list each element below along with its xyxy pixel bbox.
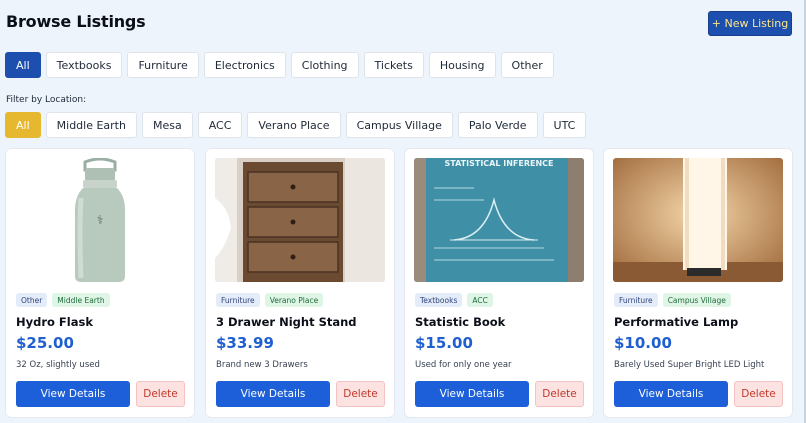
listing-price: $15.00 [415, 334, 473, 352]
view-details-button[interactable]: View Details [216, 381, 330, 407]
listing-price: $25.00 [16, 334, 74, 352]
listing-description: Brand new 3 Drawers [216, 360, 308, 370]
nightstand-photo [215, 158, 385, 282]
listing-description: Used for only one year [415, 360, 512, 370]
view-details-button[interactable]: View Details [614, 381, 728, 407]
location-filter-bar: All Middle Earth Mesa ACC Verano Place C… [5, 112, 587, 138]
location-tag: Middle Earth [52, 293, 110, 307]
listing-description: Barely Used Super Bright LED Light [614, 360, 765, 370]
location-chip-utc[interactable]: UTC [542, 112, 587, 138]
water-bottle-photo: ⚕ [15, 158, 185, 282]
textbook-photo: STATISTICAL INFERENCE [414, 158, 584, 282]
svg-text:⚕: ⚕ [97, 213, 104, 227]
location-chip-mesa[interactable]: Mesa [141, 112, 193, 138]
category-filter-bar: All Textbooks Furniture Electronics Clot… [5, 52, 554, 78]
listing-title: Performative Lamp [614, 315, 739, 329]
delete-button[interactable]: Delete [136, 381, 185, 407]
category-chip-clothing[interactable]: Clothing [290, 52, 359, 78]
view-details-button[interactable]: View Details [16, 381, 130, 407]
location-tag: Campus Village [662, 293, 731, 307]
category-chip-other[interactable]: Other [500, 52, 554, 78]
category-tag: Other [16, 293, 48, 307]
location-chip-verano-place[interactable]: Verano Place [247, 112, 341, 138]
listing-price: $33.99 [216, 334, 274, 352]
listing-title: Hydro Flask [16, 315, 93, 329]
location-chip-acc[interactable]: ACC [197, 112, 243, 138]
new-listing-button[interactable]: + New Listing [708, 11, 792, 36]
category-chip-housing[interactable]: Housing [428, 52, 496, 78]
delete-button[interactable]: Delete [336, 381, 385, 407]
location-chip-all[interactable]: All [5, 112, 41, 138]
location-chip-palo-verde[interactable]: Palo Verde [457, 112, 538, 138]
listing-card: Furniture Campus Village Performative La… [603, 148, 793, 418]
location-tag: ACC [467, 293, 493, 307]
listing-card: ⚕ Other Middle Earth Hydro Flask $25.00 … [5, 148, 195, 418]
category-chip-furniture[interactable]: Furniture [127, 52, 199, 78]
category-chip-tickets[interactable]: Tickets [363, 52, 424, 78]
category-tag: Furniture [216, 293, 260, 307]
book-cover-title: STATISTICAL INFERENCE [444, 159, 554, 168]
lamp-photo [613, 158, 783, 282]
location-chip-campus-village[interactable]: Campus Village [345, 112, 453, 138]
delete-button[interactable]: Delete [734, 381, 783, 407]
location-filter-label: Filter by Location: [6, 95, 87, 105]
listing-card: Furniture Verano Place 3 Drawer Night St… [205, 148, 395, 418]
view-details-button[interactable]: View Details [415, 381, 529, 407]
category-chip-electronics[interactable]: Electronics [203, 52, 286, 78]
category-chip-textbooks[interactable]: Textbooks [45, 52, 123, 78]
category-tag: Furniture [614, 293, 658, 307]
listing-card: STATISTICAL INFERENCE Textbooks ACC Stat… [404, 148, 594, 418]
category-tag: Textbooks [415, 293, 463, 307]
location-chip-middle-earth[interactable]: Middle Earth [45, 112, 137, 138]
page-title: Browse Listings [6, 12, 146, 31]
listing-title: 3 Drawer Night Stand [216, 315, 357, 329]
listing-title: Statistic Book [415, 315, 506, 329]
listing-description: 32 Oz, slightly used [16, 360, 100, 370]
delete-button[interactable]: Delete [535, 381, 584, 407]
listing-price: $10.00 [614, 334, 672, 352]
category-chip-all[interactable]: All [5, 52, 41, 78]
location-tag: Verano Place [264, 293, 324, 307]
